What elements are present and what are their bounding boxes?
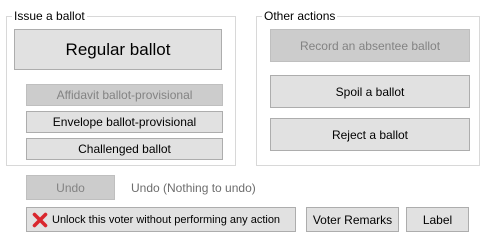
issue-ballot-group-title: Issue a ballot bbox=[12, 9, 87, 23]
regular-ballot-button[interactable]: Regular ballot bbox=[14, 29, 222, 70]
challenged-ballot-label: Challenged ballot bbox=[78, 142, 171, 156]
label-button-label: Label bbox=[422, 212, 453, 227]
unlock-voter-button[interactable]: Unlock this voter without performing any… bbox=[26, 207, 296, 232]
reject-ballot-button[interactable]: Reject a ballot bbox=[270, 118, 470, 151]
spoil-ballot-button[interactable]: Spoil a ballot bbox=[270, 75, 470, 108]
undo-button[interactable]: Undo bbox=[26, 175, 115, 200]
undo-status-text: Undo (Nothing to undo) bbox=[131, 181, 256, 195]
voter-remarks-button[interactable]: Voter Remarks bbox=[306, 207, 399, 232]
affidavit-ballot-label: Affidavit ballot-provisional bbox=[56, 88, 193, 102]
undo-label: Undo bbox=[56, 180, 85, 195]
reject-ballot-label: Reject a ballot bbox=[331, 127, 409, 142]
spoil-ballot-label: Spoil a ballot bbox=[335, 84, 405, 99]
red-x-icon bbox=[32, 212, 48, 227]
record-absentee-button[interactable]: Record an absentee ballot bbox=[270, 29, 470, 62]
envelope-ballot-label: Envelope ballot-provisional bbox=[52, 115, 197, 129]
affidavit-ballot-button[interactable]: Affidavit ballot-provisional bbox=[26, 84, 223, 106]
voter-remarks-label: Voter Remarks bbox=[312, 212, 393, 227]
other-actions-group-title: Other actions bbox=[262, 9, 338, 23]
label-button[interactable]: Label bbox=[406, 207, 469, 232]
unlock-voter-label: Unlock this voter without performing any… bbox=[52, 213, 281, 226]
regular-ballot-label: Regular ballot bbox=[65, 39, 171, 59]
record-absentee-label: Record an absentee ballot bbox=[299, 38, 441, 53]
envelope-ballot-button[interactable]: Envelope ballot-provisional bbox=[26, 111, 223, 133]
challenged-ballot-button[interactable]: Challenged ballot bbox=[26, 138, 223, 160]
